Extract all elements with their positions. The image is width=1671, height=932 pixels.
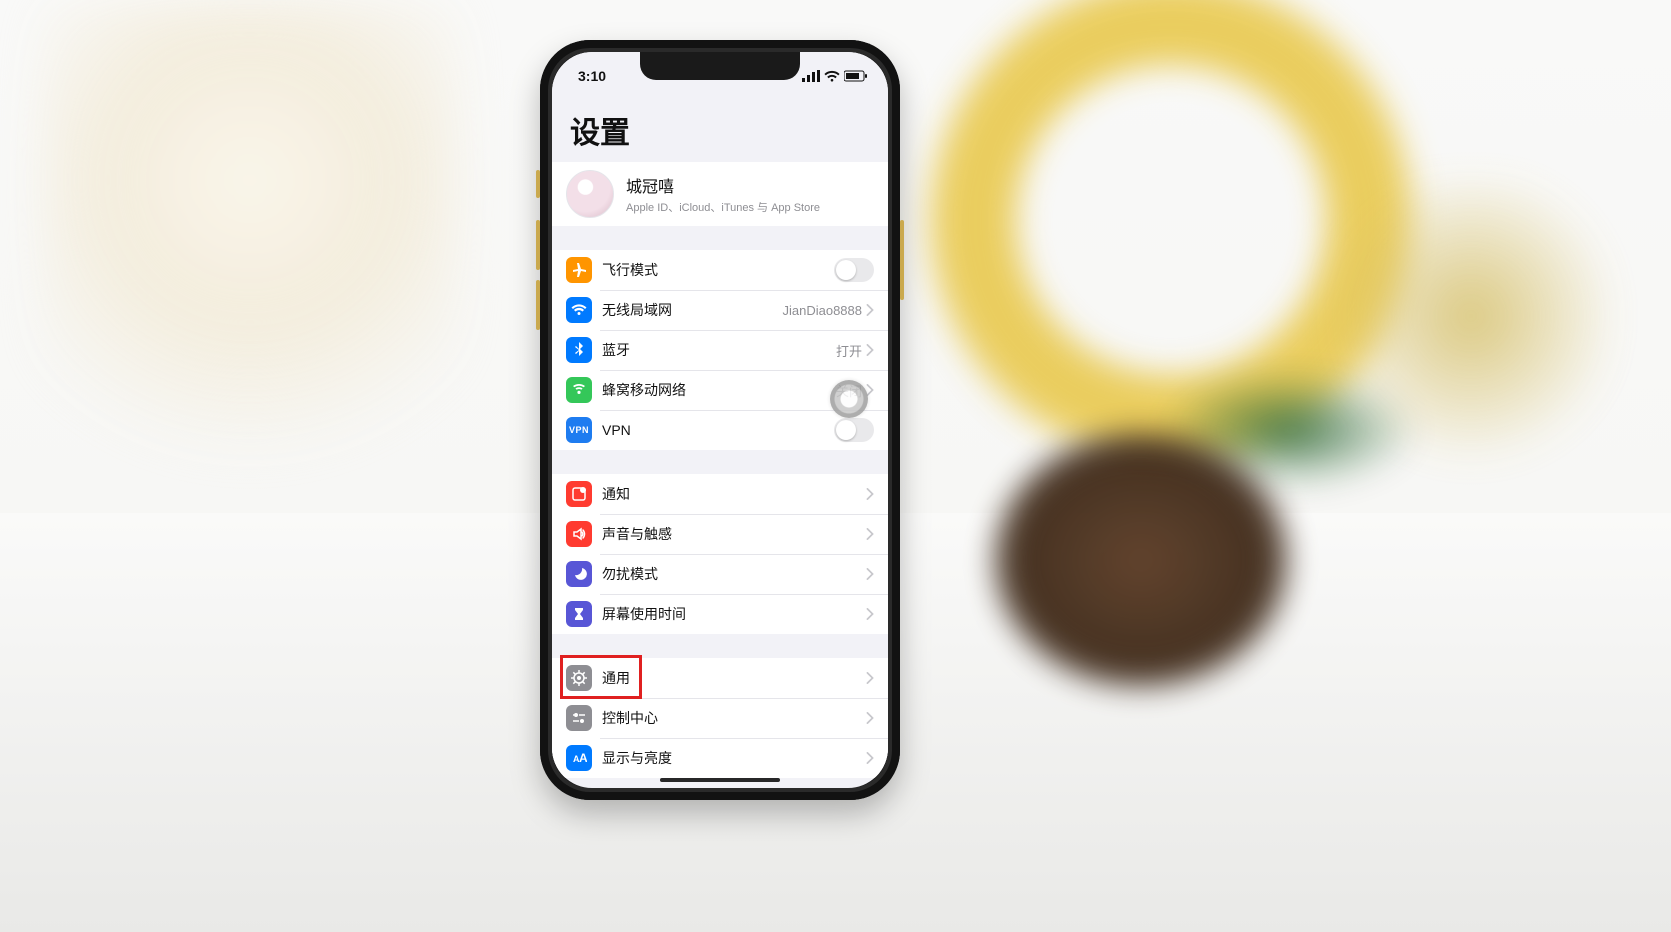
cellular-icon bbox=[566, 377, 592, 403]
cellular-label: 蜂窝移动网络 bbox=[602, 380, 836, 400]
chevron-right-icon bbox=[866, 528, 874, 540]
notifications-label: 通知 bbox=[602, 484, 866, 504]
svg-text:A: A bbox=[579, 751, 587, 765]
vpn-toggle[interactable] bbox=[834, 418, 874, 442]
status-time: 3:10 bbox=[578, 68, 606, 84]
system-group: 通用 控制中心 AA 显示与亮度 bbox=[552, 658, 888, 778]
chevron-right-icon bbox=[866, 712, 874, 724]
assistive-touch-button[interactable] bbox=[830, 380, 868, 418]
general-label: 通用 bbox=[602, 668, 866, 688]
chevron-right-icon bbox=[866, 672, 874, 684]
notifications-icon bbox=[566, 481, 592, 507]
home-indicator[interactable] bbox=[660, 778, 780, 782]
sounds-icon bbox=[566, 521, 592, 547]
screentime-label: 屏幕使用时间 bbox=[602, 604, 866, 624]
wifi-value: JianDiao8888 bbox=[782, 303, 862, 318]
chevron-right-icon bbox=[866, 488, 874, 500]
apple-id-group: 城冠嘻 Apple ID、iCloud、iTunes 与 App Store bbox=[552, 162, 888, 226]
apple-id-row[interactable]: 城冠嘻 Apple ID、iCloud、iTunes 与 App Store bbox=[552, 162, 888, 226]
vpn-label: VPN bbox=[602, 422, 834, 438]
notch bbox=[640, 52, 800, 80]
chevron-right-icon bbox=[866, 608, 874, 620]
wifi-row-icon bbox=[566, 297, 592, 323]
screentime-row[interactable]: 屏幕使用时间 bbox=[552, 594, 888, 634]
apple-id-subtitle: Apple ID、iCloud、iTunes 与 App Store bbox=[626, 199, 874, 215]
attention-group: 通知 声音与触感 勿扰模式 bbox=[552, 474, 888, 634]
moon-icon bbox=[566, 561, 592, 587]
chevron-right-icon bbox=[866, 752, 874, 764]
display-row[interactable]: AA 显示与亮度 bbox=[552, 738, 888, 778]
page-title: 设置 bbox=[570, 108, 870, 152]
sounds-label: 声音与触感 bbox=[602, 524, 866, 544]
display-label: 显示与亮度 bbox=[602, 748, 866, 768]
sounds-row[interactable]: 声音与触感 bbox=[552, 514, 888, 554]
chevron-right-icon bbox=[866, 344, 874, 356]
vpn-icon: VPN bbox=[566, 417, 592, 443]
chevron-right-icon bbox=[866, 568, 874, 580]
control-center-label: 控制中心 bbox=[602, 708, 866, 728]
vpn-row[interactable]: VPN VPN bbox=[552, 410, 888, 450]
settings-list[interactable]: 城冠嘻 Apple ID、iCloud、iTunes 与 App Store 飞… bbox=[552, 162, 888, 778]
notifications-row[interactable]: 通知 bbox=[552, 474, 888, 514]
phone-frame: 3:10 设置 城冠嘻 bbox=[540, 40, 900, 800]
airplane-mode-row[interactable]: 飞行模式 bbox=[552, 250, 888, 290]
airplane-toggle[interactable] bbox=[834, 258, 874, 282]
wifi-label: 无线局域网 bbox=[602, 300, 782, 320]
dnd-label: 勿扰模式 bbox=[602, 564, 866, 584]
bluetooth-row[interactable]: 蓝牙 打开 bbox=[552, 330, 888, 370]
status-right bbox=[802, 70, 868, 82]
airplane-label: 飞行模式 bbox=[602, 260, 834, 280]
hourglass-icon bbox=[566, 601, 592, 627]
network-group: 飞行模式 无线局域网 JianDiao8888 蓝牙 打开 bbox=[552, 250, 888, 450]
control-center-row[interactable]: 控制中心 bbox=[552, 698, 888, 738]
sliders-icon bbox=[566, 705, 592, 731]
battery-icon bbox=[844, 70, 868, 82]
chevron-right-icon bbox=[866, 304, 874, 316]
bluetooth-value: 打开 bbox=[836, 341, 862, 360]
wifi-icon bbox=[824, 70, 840, 82]
general-row[interactable]: 通用 bbox=[552, 658, 888, 698]
text-size-icon: AA bbox=[566, 745, 592, 771]
wifi-row[interactable]: 无线局域网 JianDiao8888 bbox=[552, 290, 888, 330]
airplane-icon bbox=[566, 257, 592, 283]
cellular-signal-icon bbox=[802, 70, 820, 82]
bluetooth-icon bbox=[566, 337, 592, 363]
bluetooth-label: 蓝牙 bbox=[602, 340, 836, 360]
dnd-row[interactable]: 勿扰模式 bbox=[552, 554, 888, 594]
apple-id-name: 城冠嘻 bbox=[626, 173, 874, 197]
avatar bbox=[566, 170, 614, 218]
settings-header: 设置 bbox=[552, 92, 888, 162]
gear-icon bbox=[566, 665, 592, 691]
phone-screen: 3:10 设置 城冠嘻 bbox=[552, 52, 888, 788]
